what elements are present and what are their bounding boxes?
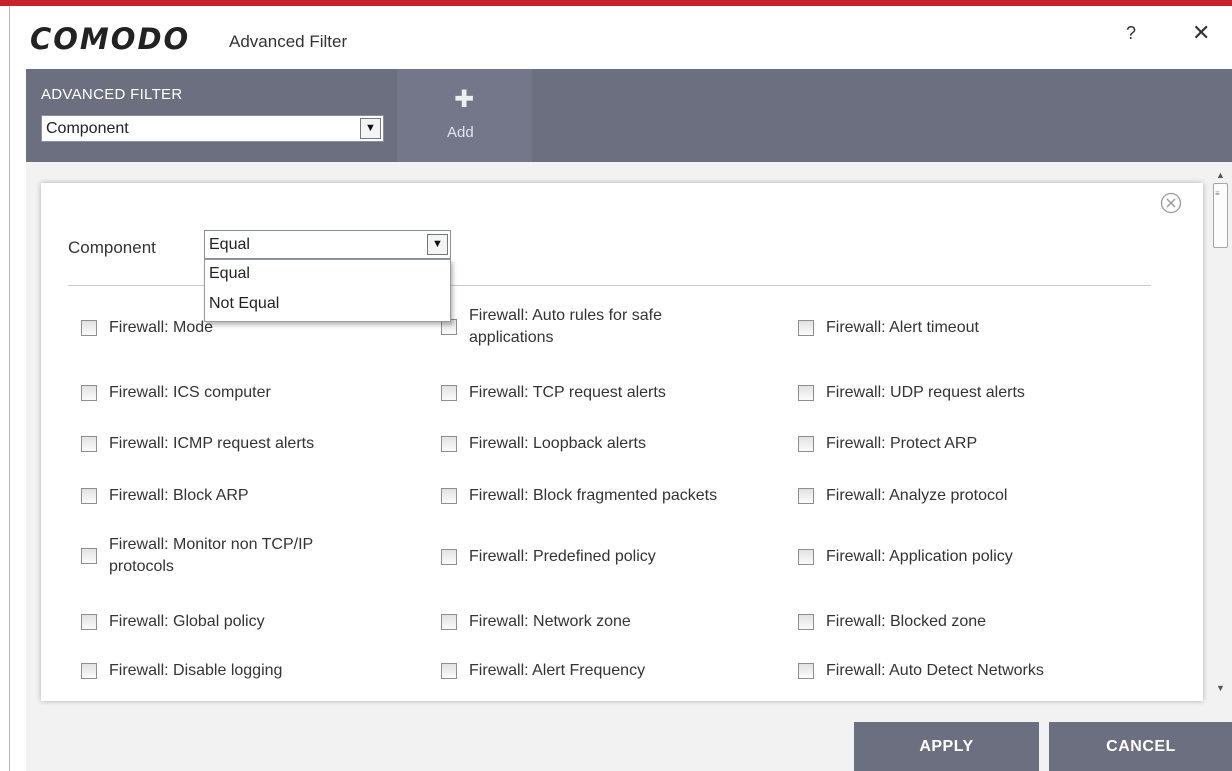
checkbox-label: Firewall: Alert Frequency [469, 662, 646, 679]
checkbox-firewall-loopback-alerts[interactable]: Firewall: Loopback alerts [441, 433, 781, 455]
grip-icon: ≡ [1215, 189, 1220, 198]
comodo-logo: COMODO [30, 22, 191, 56]
checkbox-box[interactable] [441, 549, 457, 565]
condition-value: Equal [209, 236, 250, 253]
checkbox-box[interactable] [441, 488, 457, 504]
advanced-filter-window: COMODO Advanced Filter ? ✕ ADVANCED FILT… [9, 6, 1232, 771]
checkbox-box[interactable] [81, 436, 97, 452]
checkbox-box[interactable] [798, 549, 814, 565]
checkbox-firewall-protect-arp[interactable]: Firewall: Protect ARP [798, 433, 1138, 455]
filter-type-value: Component [46, 120, 129, 137]
dialog-footer: APPLY CANCEL [26, 708, 1232, 771]
checkbox-box[interactable] [81, 614, 97, 630]
checkbox-firewall-ics-computer[interactable]: Firewall: ICS computer [81, 382, 421, 404]
title-bar: COMODO Advanced Filter ? ✕ [10, 6, 1232, 69]
checkbox-box[interactable] [81, 488, 97, 504]
checkbox-label: Firewall: Protect ARP [826, 435, 978, 452]
checkbox-label: Firewall: Mode [109, 319, 214, 336]
cancel-button[interactable]: CANCEL [1049, 722, 1232, 771]
remove-filter-icon[interactable] [1160, 192, 1182, 214]
checkbox-box[interactable] [441, 614, 457, 630]
checkbox-box[interactable] [798, 320, 814, 336]
checkbox-firewall-disable-logging[interactable]: Firewall: Disable logging [81, 660, 421, 682]
checkbox-box[interactable] [81, 663, 97, 679]
checkbox-label: Firewall: Global policy [109, 613, 265, 630]
vertical-scrollbar[interactable]: ▲ ≡ ▼ [1211, 162, 1232, 708]
checkbox-firewall-blocked-zone[interactable]: Firewall: Blocked zone [798, 611, 1138, 633]
window-title: Advanced Filter [229, 32, 348, 51]
advanced-filter-label: ADVANCED FILTER [41, 86, 183, 103]
checkbox-label: Firewall: Alert timeout [826, 319, 979, 336]
scroll-up-arrow-icon[interactable]: ▲ [1216, 170, 1225, 180]
checkbox-box[interactable] [81, 385, 97, 401]
checkbox-firewall-alert-timeout[interactable]: Firewall: Alert timeout [798, 317, 1138, 339]
help-button[interactable]: ? [1126, 23, 1136, 44]
filter-toolbar: ADVANCED FILTER Component ▼ ✚ Add [26, 69, 1232, 162]
scrollbar-track[interactable] [1213, 248, 1228, 678]
checkbox-label: Firewall: Block ARP [109, 487, 249, 504]
checkbox-label: Firewall: TCP request alerts [469, 384, 666, 401]
checkbox-box[interactable] [798, 436, 814, 452]
checkbox-firewall-predefined-policy[interactable]: Firewall: Predefined policy [441, 546, 781, 568]
checkbox-firewall-analyze-protocol[interactable]: Firewall: Analyze protocol [798, 485, 1138, 507]
condition-dropdown-list: Equal Not Equal [204, 259, 451, 322]
checkbox-box[interactable] [441, 385, 457, 401]
checkbox-box[interactable] [798, 488, 814, 504]
checkbox-box[interactable] [81, 320, 97, 336]
checkbox-box[interactable] [441, 436, 457, 452]
add-label: Add [447, 124, 474, 141]
checkbox-label: Firewall: ICS computer [109, 384, 271, 401]
checkbox-firewall-auto-detect-networks[interactable]: Firewall: Auto Detect Networks [798, 660, 1138, 682]
checkbox-box[interactable] [441, 663, 457, 679]
checkbox-firewall-monitor-non-tcpip[interactable]: Firewall: Monitor non TCP/IP protocols [81, 534, 421, 578]
checkbox-label: Firewall: Analyze protocol [826, 487, 1008, 504]
checkbox-label: Firewall: Disable logging [109, 662, 283, 679]
add-filter-button[interactable]: ✚ Add [397, 69, 532, 162]
chevron-down-icon[interactable]: ▼ [360, 118, 381, 139]
checkbox-label: Firewall: Auto rules for safe applicatio… [469, 307, 662, 346]
filter-type-select[interactable]: Component ▼ [41, 115, 384, 142]
dropdown-option-equal[interactable]: Equal [205, 260, 450, 290]
plus-icon: ✚ [454, 86, 475, 113]
checkbox-label: Firewall: UDP request alerts [826, 384, 1025, 401]
checkbox-firewall-block-fragmented[interactable]: Firewall: Block fragmented packets [441, 485, 781, 507]
checkbox-label: Firewall: Blocked zone [826, 613, 987, 630]
component-label: Component [68, 238, 156, 257]
advanced-filter-section: ADVANCED FILTER Component ▼ [26, 69, 397, 162]
chevron-down-icon[interactable]: ▼ [427, 234, 448, 255]
checkbox-label: Firewall: Application policy [826, 548, 1013, 565]
checkbox-firewall-icmp-alerts[interactable]: Firewall: ICMP request alerts [81, 433, 421, 455]
apply-button[interactable]: APPLY [854, 722, 1039, 771]
checkbox-label: Firewall: Loopback alerts [469, 435, 646, 452]
dropdown-option-not-equal[interactable]: Not Equal [205, 290, 450, 320]
checkbox-firewall-application-policy[interactable]: Firewall: Application policy [798, 546, 1138, 568]
checkbox-box[interactable] [798, 663, 814, 679]
component-filter-panel: Component Equal ▼ Equal Not Equal Firewa… [41, 183, 1203, 701]
checkbox-firewall-global-policy[interactable]: Firewall: Global policy [81, 611, 421, 633]
checkbox-label: Firewall: Network zone [469, 613, 631, 630]
checkbox-firewall-network-zone[interactable]: Firewall: Network zone [441, 611, 781, 633]
checkbox-firewall-block-arp[interactable]: Firewall: Block ARP [81, 485, 421, 507]
checkbox-firewall-udp-alerts[interactable]: Firewall: UDP request alerts [798, 382, 1138, 404]
checkbox-label: Firewall: Auto Detect Networks [826, 662, 1044, 679]
checkbox-firewall-auto-rules[interactable]: Firewall: Auto rules for safe applicatio… [441, 305, 781, 349]
checkbox-firewall-alert-frequency[interactable]: Firewall: Alert Frequency [441, 660, 781, 682]
checkbox-firewall-tcp-alerts[interactable]: Firewall: TCP request alerts [441, 382, 781, 404]
checkbox-box[interactable] [81, 548, 97, 564]
checkbox-box[interactable] [798, 385, 814, 401]
scroll-down-arrow-icon[interactable]: ▼ [1216, 683, 1225, 693]
checkbox-label: Firewall: Monitor non TCP/IP protocols [109, 536, 313, 575]
close-button[interactable]: ✕ [1192, 20, 1210, 46]
checkbox-label: Firewall: Block fragmented packets [469, 487, 718, 504]
checkbox-label: Firewall: ICMP request alerts [109, 435, 315, 452]
condition-select[interactable]: Equal ▼ [204, 230, 451, 259]
filter-content-area: Component Equal ▼ Equal Not Equal Firewa… [26, 162, 1232, 708]
checkbox-box[interactable] [798, 614, 814, 630]
checkbox-label: Firewall: Predefined policy [469, 548, 656, 565]
